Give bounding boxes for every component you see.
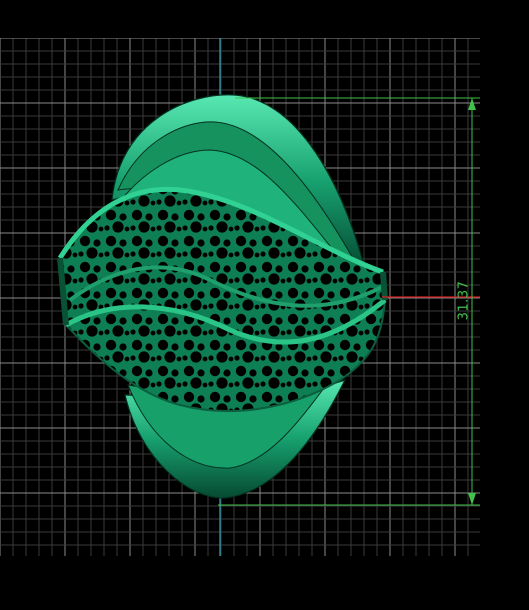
dimension-value-label[interactable]: 31.37 — [452, 272, 476, 328]
dimension-value-text: 31.37 — [456, 280, 472, 320]
shank-right-edge — [380, 271, 388, 301]
cad-viewport[interactable] — [0, 0, 529, 610]
